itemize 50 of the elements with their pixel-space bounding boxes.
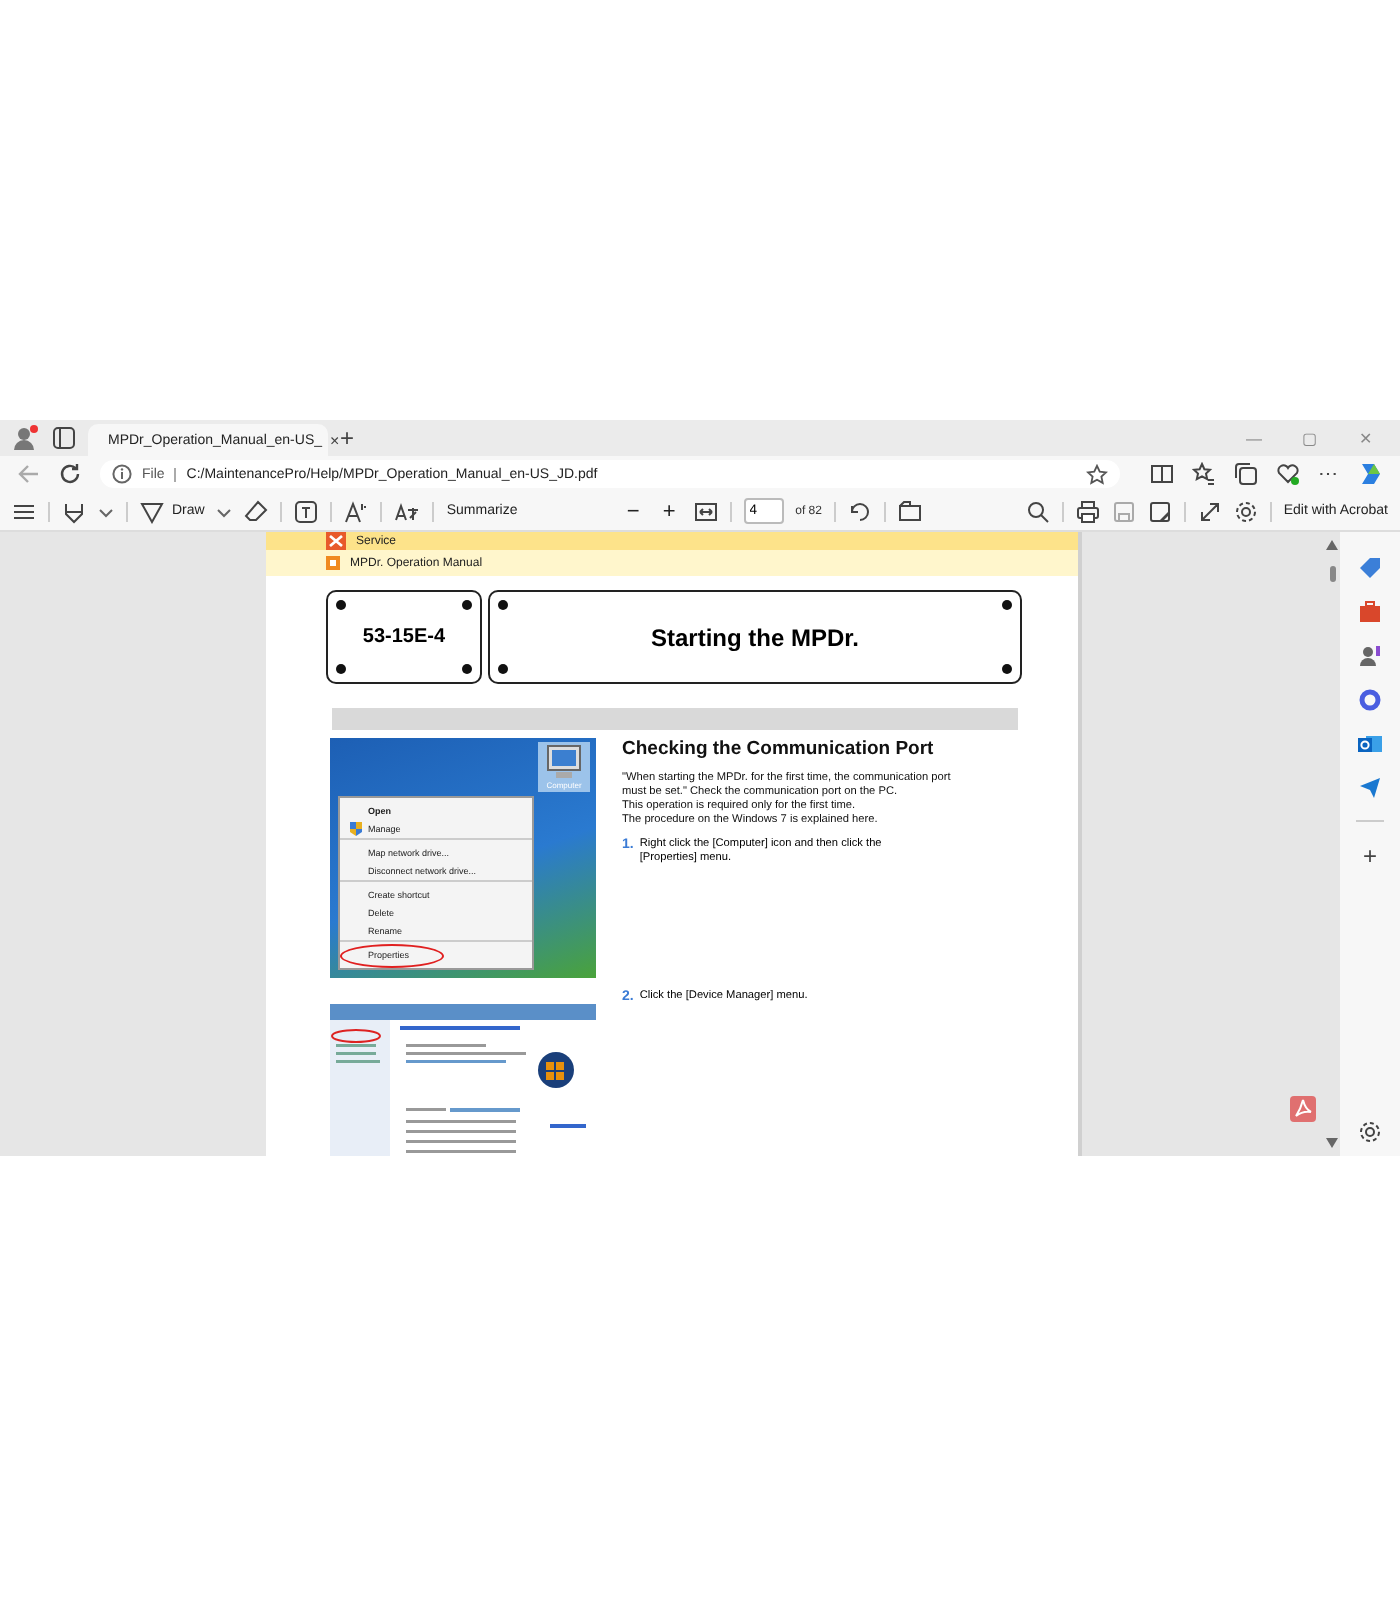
contents-icon[interactable] [12, 499, 36, 523]
zoom-out-button[interactable]: − [621, 499, 646, 523]
info-icon [112, 464, 132, 484]
settings-icon[interactable] [1358, 1120, 1382, 1144]
star-icon[interactable] [1086, 463, 1108, 485]
square-bullet-icon [326, 556, 340, 570]
eraser-icon[interactable] [244, 499, 269, 523]
reload-icon[interactable] [58, 462, 82, 486]
outlook-icon[interactable] [1358, 732, 1382, 756]
chevron-down-icon[interactable] [98, 503, 114, 519]
text-box-icon[interactable] [294, 499, 319, 523]
favorites-icon[interactable] [1192, 462, 1216, 486]
more-button[interactable]: ⋯ [1318, 462, 1338, 486]
section-code: 53-15E-4 [362, 626, 446, 648]
acrobat-icon[interactable] [1290, 1096, 1316, 1122]
profile-icon[interactable] [12, 424, 40, 452]
chevron-down-icon[interactable] [216, 503, 233, 519]
save-as-icon[interactable] [1147, 499, 1172, 523]
scroll-up-icon[interactable] [1326, 540, 1338, 550]
tab-close-button[interactable]: × [330, 431, 340, 449]
section-heading: Checking the Communication Port [622, 738, 936, 760]
triangle-pen-icon [140, 499, 164, 523]
shield-icon [350, 822, 362, 836]
scrollbar-thumb[interactable] [1329, 566, 1335, 582]
fit-page-icon[interactable] [693, 499, 718, 523]
scroll-down-icon[interactable] [1326, 1138, 1338, 1148]
copilot-icon[interactable] [1356, 460, 1384, 488]
highlighter-icon[interactable] [62, 499, 86, 523]
heart-icon[interactable] [1276, 462, 1300, 486]
translate-icon[interactable] [394, 499, 421, 523]
page-view-icon[interactable] [897, 499, 922, 523]
tab-actions-icon[interactable] [52, 426, 76, 450]
toolbox-icon[interactable] [1358, 600, 1382, 624]
print-icon[interactable] [1075, 499, 1100, 523]
add-button[interactable]: + [1362, 842, 1377, 870]
zoom-in-button[interactable]: + [657, 499, 682, 523]
send-icon[interactable] [1358, 776, 1382, 800]
section-title: Starting the MPDr. [650, 623, 859, 651]
expand-icon[interactable] [1197, 499, 1222, 523]
ring-icon[interactable] [1358, 688, 1382, 712]
rotate-icon[interactable] [847, 499, 872, 523]
read-aloud-icon[interactable] [344, 499, 369, 523]
search-icon[interactable] [1025, 499, 1050, 523]
new-tab-button[interactable]: + [340, 424, 355, 452]
settings-icon[interactable] [1233, 499, 1258, 523]
collections-icon[interactable] [1234, 462, 1258, 486]
people-icon[interactable] [1358, 644, 1382, 668]
reader-icon[interactable] [1150, 462, 1174, 486]
computer-icon [542, 744, 586, 780]
tag-icon[interactable] [1358, 556, 1382, 580]
